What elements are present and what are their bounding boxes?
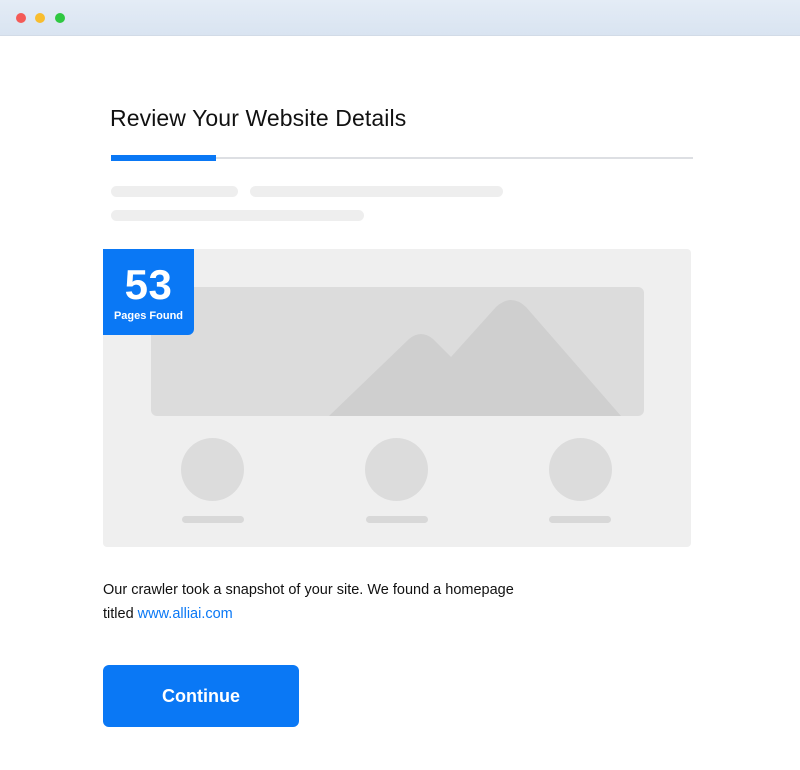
snapshot-description: Our crawler took a snapshot of your site…	[103, 578, 523, 626]
homepage-link[interactable]: www.alliai.com	[138, 606, 233, 622]
pages-found-badge: 53 Pages Found	[103, 249, 194, 335]
skeleton-text-line	[111, 186, 238, 197]
avatar-placeholder	[181, 438, 244, 501]
close-window-icon[interactable]	[16, 13, 26, 23]
skeleton-text-line	[250, 186, 503, 197]
pages-found-count: 53	[124, 261, 173, 308]
minimize-window-icon[interactable]	[35, 13, 45, 23]
maximize-window-icon[interactable]	[55, 13, 65, 23]
continue-button[interactable]: Continue	[103, 665, 299, 727]
pages-found-label: Pages Found	[113, 310, 184, 322]
avatar-placeholder	[365, 438, 428, 501]
browser-window: Review Your Website Details 53 Pages Fou…	[0, 0, 800, 770]
caption-placeholder	[182, 516, 244, 523]
avatar-placeholder	[549, 438, 612, 501]
caption-placeholder	[549, 516, 611, 523]
image-placeholder-icon	[151, 287, 644, 416]
progress-track	[111, 155, 693, 161]
progress-fill	[111, 155, 216, 161]
page-title: Review Your Website Details	[110, 105, 407, 131]
caption-placeholder	[366, 516, 428, 523]
window-titlebar	[0, 0, 800, 36]
skeleton-text-line	[111, 210, 364, 221]
